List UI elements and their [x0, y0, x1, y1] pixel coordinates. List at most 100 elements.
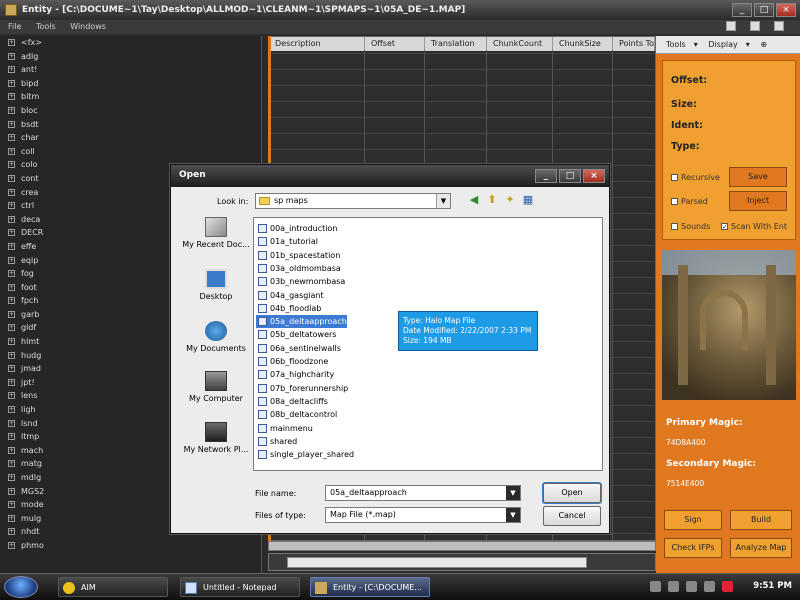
place-desktop[interactable]: Desktop: [181, 269, 251, 301]
tray-icon-5[interactable]: [722, 581, 733, 592]
file-type-select[interactable]: Map File (*.map) ▼: [325, 507, 521, 523]
expand-icon[interactable]: +: [8, 365, 15, 373]
menu-windows[interactable]: Windows: [70, 22, 106, 31]
tray-icon-1[interactable]: [650, 581, 661, 592]
file-item[interactable]: single_player_shared: [256, 448, 354, 461]
expand-icon[interactable]: +: [8, 202, 15, 210]
tray-icon-4[interactable]: [704, 581, 715, 592]
tree-item[interactable]: + bitm: [0, 90, 261, 104]
file-name-input[interactable]: 05a_deltaapproach ▼: [325, 485, 521, 501]
expand-icon[interactable]: +: [8, 270, 15, 278]
dialog-titlebar[interactable]: Open _ □ ×: [171, 165, 609, 187]
tree-item[interactable]: + bloc: [0, 104, 261, 118]
mdi-minimize-icon[interactable]: [726, 21, 736, 31]
view-menu-icon[interactable]: ▦: [521, 193, 535, 207]
expand-icon[interactable]: +: [8, 541, 15, 549]
expand-icon[interactable]: +: [8, 487, 15, 495]
file-item[interactable]: 06b_floodzone: [256, 355, 328, 368]
col-description[interactable]: Description: [269, 37, 365, 51]
place-my-documents[interactable]: My Documents: [181, 321, 251, 353]
menu-tools[interactable]: Tools: [36, 22, 56, 31]
expand-icon[interactable]: +: [8, 256, 15, 264]
tray-icon-2[interactable]: [668, 581, 679, 592]
mdi-restore-icon[interactable]: [750, 21, 760, 31]
expand-icon[interactable]: +: [8, 324, 15, 332]
expand-icon[interactable]: +: [8, 120, 15, 128]
look-in-select[interactable]: sp maps ▼: [255, 193, 451, 209]
tree-item[interactable]: + <fx>: [0, 36, 261, 50]
place-network[interactable]: My Network Pl...: [181, 422, 251, 454]
expand-icon[interactable]: +: [8, 406, 15, 414]
expand-icon[interactable]: +: [8, 161, 15, 169]
recursive-checkbox[interactable]: Recursive: [671, 173, 720, 182]
tree-item[interactable]: + phmo: [0, 539, 261, 553]
file-item[interactable]: 01a_tutorial: [256, 235, 318, 248]
add-icon[interactable]: ⊕: [760, 40, 767, 49]
taskbar-notepad[interactable]: Untitled - Notepad: [180, 577, 300, 597]
expand-icon[interactable]: +: [8, 446, 15, 454]
place-my-computer[interactable]: My Computer: [181, 371, 251, 403]
file-name-dropdown-icon[interactable]: ▼: [506, 486, 520, 500]
file-item[interactable]: 04b_floodlab: [256, 302, 321, 315]
expand-icon[interactable]: +: [8, 351, 15, 359]
expand-icon[interactable]: +: [8, 433, 15, 441]
save-button[interactable]: Save: [729, 167, 787, 187]
display-menu[interactable]: Display: [708, 40, 738, 49]
taskbar-entity[interactable]: Entity - [C:\DOCUME...: [310, 577, 430, 597]
cancel-button[interactable]: Cancel: [543, 506, 601, 526]
file-item[interactable]: 05b_deltatowers: [256, 328, 336, 341]
expand-icon[interactable]: +: [8, 66, 15, 74]
file-item[interactable]: 01b_spacestation: [256, 249, 340, 262]
parsed-checkbox[interactable]: Parsed: [671, 197, 708, 206]
expand-icon[interactable]: +: [8, 310, 15, 318]
dialog-close-icon[interactable]: ×: [583, 169, 605, 183]
expand-icon[interactable]: +: [8, 106, 15, 114]
tools-dropdown-icon[interactable]: ▾: [694, 40, 698, 49]
chevron-down-icon[interactable]: ▼: [436, 194, 450, 208]
back-icon[interactable]: ◀: [467, 193, 481, 207]
expand-icon[interactable]: +: [8, 242, 15, 250]
expand-icon[interactable]: +: [8, 79, 15, 87]
tray-icon-3[interactable]: [686, 581, 697, 592]
file-type-dropdown-icon[interactable]: ▼: [506, 508, 520, 522]
check-ifps-button[interactable]: Check IFPs: [664, 538, 722, 558]
tree-item[interactable]: + bsdt: [0, 118, 261, 132]
file-item[interactable]: shared: [256, 435, 297, 448]
col-chunkcount[interactable]: ChunkCount: [487, 37, 553, 51]
start-button[interactable]: [4, 576, 38, 598]
file-item[interactable]: mainmenu: [256, 422, 313, 435]
expand-icon[interactable]: +: [8, 229, 15, 237]
expand-icon[interactable]: +: [8, 283, 15, 291]
file-item[interactable]: 05a_deltaapproach: [256, 315, 347, 329]
file-item[interactable]: 08b_deltacontrol: [256, 408, 337, 421]
expand-icon[interactable]: +: [8, 338, 15, 346]
sign-button[interactable]: Sign: [664, 510, 722, 530]
file-item[interactable]: 06a_sentinelwalls: [256, 342, 341, 355]
file-item[interactable]: 04a_gasgiant: [256, 289, 324, 302]
file-list[interactable]: 00a_introduction 01a_tutorial 01b_spacesta…: [253, 217, 603, 471]
expand-icon[interactable]: +: [8, 378, 15, 386]
expand-icon[interactable]: +: [8, 501, 15, 509]
expand-icon[interactable]: +: [8, 39, 15, 46]
expand-icon[interactable]: +: [8, 174, 15, 182]
close-icon[interactable]: ×: [776, 3, 796, 17]
open-button[interactable]: Open: [543, 483, 601, 503]
tree-item[interactable]: + coll: [0, 145, 261, 159]
file-item[interactable]: 08a_deltacliffs: [256, 395, 328, 408]
mdi-close-icon[interactable]: [774, 21, 784, 31]
tree-item[interactable]: + char: [0, 131, 261, 145]
expand-icon[interactable]: +: [8, 215, 15, 223]
expand-icon[interactable]: +: [8, 297, 15, 305]
col-pointsto[interactable]: Points To: [613, 37, 655, 51]
clock[interactable]: 9:51 PM: [753, 581, 792, 591]
dialog-maximize-icon[interactable]: □: [559, 169, 581, 183]
tree-item[interactable]: + bipd: [0, 77, 261, 91]
file-item[interactable]: 07b_forerunnership: [256, 382, 348, 395]
minimize-icon[interactable]: _: [732, 3, 752, 17]
expand-icon[interactable]: +: [8, 392, 15, 400]
maximize-icon[interactable]: □: [754, 3, 774, 17]
expand-icon[interactable]: +: [8, 460, 15, 468]
expand-icon[interactable]: +: [8, 147, 15, 155]
analyze-map-button[interactable]: Analyze Map: [730, 538, 792, 558]
scan-with-ent-checkbox[interactable]: Scan With Ent: [721, 222, 787, 231]
